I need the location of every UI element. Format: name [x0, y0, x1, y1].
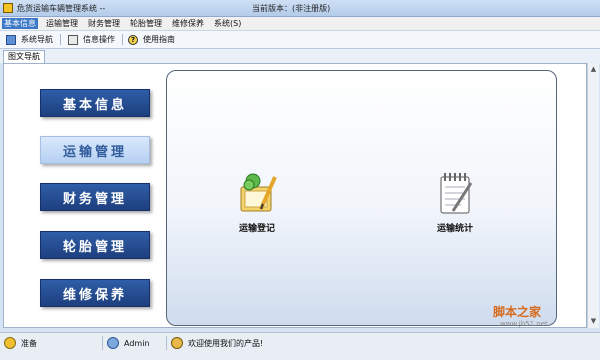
status-ready-text: 准备: [21, 338, 37, 348]
transport-stats-label: 运输统计: [436, 224, 473, 234]
toolbar-separator: [60, 34, 61, 45]
nav-button-basic-info[interactable]: 基本信息: [40, 89, 150, 117]
menu-bar: 基本信息 运输管理 财务管理 轮胎管理 维修保养 系统(S): [0, 17, 600, 31]
nav-button-maintenance[interactable]: 维修保养: [40, 279, 150, 307]
user-guide-label: 使用指南: [143, 35, 175, 44]
user-guide-button[interactable]: ? 使用指南: [128, 33, 175, 46]
status-message: 欢迎使用我们的产品!: [171, 337, 263, 349]
watermark-url: www.jb51.net: [500, 320, 548, 328]
nav-button-transport[interactable]: 运输管理: [40, 136, 150, 164]
status-ready: 准备: [4, 337, 37, 349]
version-label: 当前版本：(非注册版): [252, 4, 331, 13]
menu-tires[interactable]: 轮胎管理: [128, 18, 164, 29]
transport-register-item[interactable]: 运输登记: [235, 169, 279, 234]
vertical-scrollbar[interactable]: ▲ ▼: [587, 63, 599, 328]
help-icon: ?: [128, 34, 138, 45]
menu-system[interactable]: 系统(S): [212, 18, 243, 29]
status-user-text: Admin: [124, 338, 150, 348]
status-message-text: 欢迎使用我们的产品!: [188, 338, 264, 348]
info-ops-label: 信息操作: [83, 35, 115, 44]
toolbar-separator: [122, 34, 123, 45]
nav-button-tires[interactable]: 轮胎管理: [40, 231, 150, 259]
system-nav-label: 系统导航: [21, 35, 53, 44]
register-pencil-icon: [240, 173, 277, 212]
window-title: 危货运输车辆管理系统 --: [17, 4, 106, 13]
notebook-stats-icon: [440, 173, 473, 214]
app-icon: [3, 3, 13, 13]
menu-transport[interactable]: 运输管理: [44, 18, 80, 29]
info-ops-button[interactable]: 信息操作: [68, 33, 115, 46]
menu-finance[interactable]: 财务管理: [86, 18, 122, 29]
status-divider: [102, 336, 103, 350]
scroll-up-icon[interactable]: ▲: [589, 65, 598, 74]
transport-stats-item[interactable]: 运输统计: [433, 169, 477, 234]
window-icon: [68, 34, 78, 45]
tab-strip: 图文导航: [0, 49, 600, 63]
transport-register-label: 运输登记: [238, 224, 275, 234]
content-panel: 运输登记 运输统计: [166, 70, 557, 326]
menu-maintenance[interactable]: 维修保养: [170, 18, 206, 29]
ready-icon: [4, 337, 16, 349]
nav-button-finance[interactable]: 财务管理: [40, 183, 150, 211]
toolbar: 系统导航 信息操作 ? 使用指南: [0, 31, 600, 49]
status-divider: [166, 336, 167, 350]
user-icon: [107, 337, 119, 349]
monitor-icon: [6, 34, 16, 45]
title-bar: 危货运输车辆管理系统 -- 当前版本：(非注册版): [0, 0, 600, 17]
scroll-down-icon[interactable]: ▼: [589, 317, 598, 326]
status-bar: 准备 Admin 欢迎使用我们的产品!: [0, 332, 600, 360]
tab-graphic-nav[interactable]: 图文导航: [3, 50, 45, 63]
welcome-icon: [171, 337, 183, 349]
status-user: Admin: [107, 337, 150, 349]
menu-basic-info[interactable]: 基本信息: [2, 18, 38, 29]
system-nav-button[interactable]: 系统导航: [6, 33, 53, 46]
watermark-logo: 脚本之家: [493, 305, 542, 319]
